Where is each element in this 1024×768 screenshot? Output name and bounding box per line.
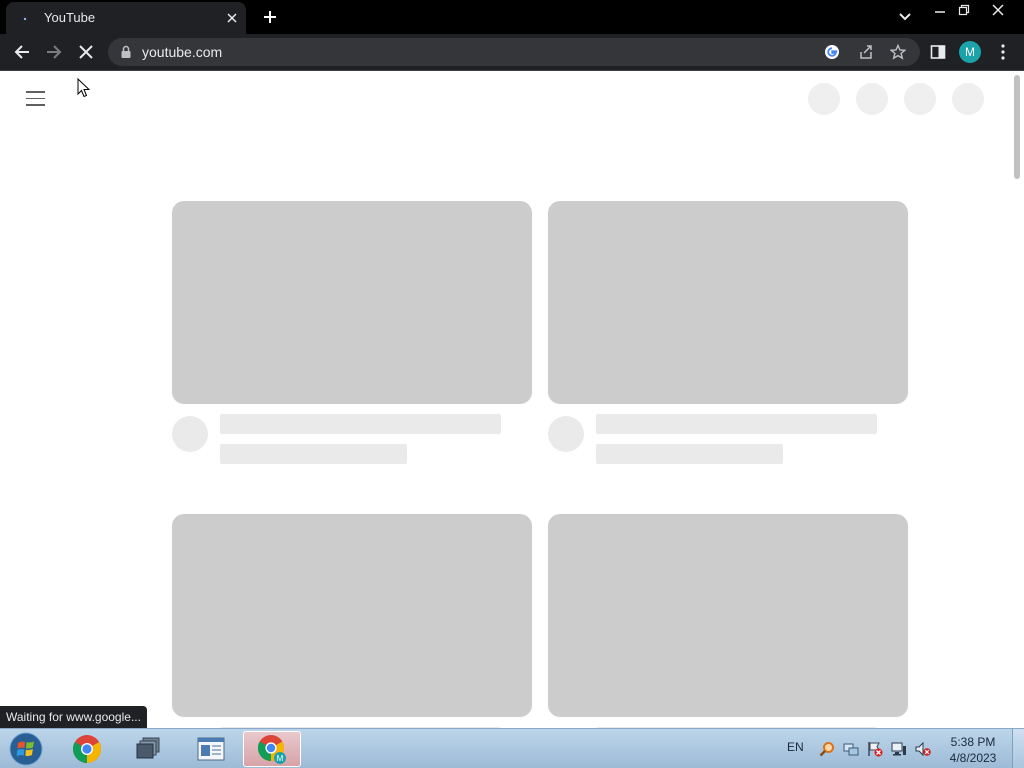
subtitle-placeholder (596, 444, 783, 464)
arrow-left-icon (14, 45, 29, 59)
side-panel-icon (930, 45, 946, 59)
kebab-menu-icon (1001, 44, 1005, 60)
taskbar: M EN 5:38 PM 4/8/2023 (0, 728, 1024, 768)
chrome-profile-icon: M (257, 735, 286, 764)
close-icon (79, 45, 93, 59)
header-placeholder-circle (808, 83, 840, 115)
mouse-cursor-icon (77, 78, 91, 98)
share-button[interactable] (856, 42, 876, 62)
search-tray-icon[interactable] (819, 741, 835, 757)
subtitle-placeholder (220, 444, 407, 464)
share-icon (860, 45, 872, 59)
taskbar-task-view[interactable] (120, 731, 178, 767)
minimize-icon (935, 11, 945, 13)
guide-menu-button[interactable] (26, 91, 46, 107)
windows-orb-icon (9, 732, 43, 766)
svg-text:M: M (277, 754, 284, 763)
chevron-down-icon (899, 13, 911, 21)
back-button[interactable] (9, 39, 35, 65)
restore-icon (958, 4, 970, 16)
new-tab-button[interactable] (258, 5, 282, 29)
header-placeholder-circle (856, 83, 888, 115)
action-center-flag-icon[interactable] (867, 741, 883, 757)
screen: YouTube youtube.com M Waiting for www.go… (0, 0, 1024, 768)
close-icon (992, 4, 1004, 16)
video-thumbnail-placeholder (548, 201, 908, 404)
chrome-icon (73, 735, 101, 763)
title-placeholder (220, 414, 501, 434)
header-placeholder-circle (904, 83, 936, 115)
browser-menu-button[interactable] (990, 39, 1016, 65)
video-thumbnail-placeholder (548, 514, 908, 717)
side-panel-button[interactable] (925, 39, 951, 65)
hamburger-line (26, 97, 45, 99)
show-desktop-button[interactable] (1012, 729, 1024, 768)
language-indicator[interactable]: EN (787, 740, 804, 754)
page-scrollbar[interactable] (1009, 71, 1024, 728)
title-placeholder (596, 414, 877, 434)
tab-close-button[interactable] (222, 8, 242, 28)
volume-muted-icon[interactable] (915, 741, 931, 757)
hamburger-line (26, 104, 45, 106)
start-button[interactable] (6, 730, 46, 768)
video-thumbnail-placeholder (172, 514, 532, 717)
clock-date: 4/8/2023 (949, 751, 997, 765)
network-monitor-icon[interactable] (891, 741, 907, 757)
video-thumbnail-placeholder (172, 201, 532, 404)
google-g-icon (825, 45, 839, 59)
plus-icon (264, 11, 276, 23)
header-placeholder-circle (952, 83, 984, 115)
forward-button[interactable] (41, 39, 67, 65)
windows-stack-icon (136, 737, 160, 759)
restore-button[interactable] (950, 0, 978, 20)
lock-icon (121, 45, 131, 58)
loading-favicon-icon (23, 17, 27, 21)
status-bubble: Waiting for www.google... (0, 706, 147, 728)
taskbar-chrome-profile-active[interactable]: M (243, 731, 301, 767)
tab-youtube[interactable]: YouTube (6, 2, 246, 34)
taskbar-chrome[interactable] (58, 731, 116, 767)
tab-strip: YouTube (0, 0, 1024, 34)
scrollbar-thumb[interactable] (1014, 75, 1020, 179)
profile-avatar[interactable]: M (959, 41, 981, 63)
hamburger-line (26, 91, 45, 93)
google-lens-button[interactable] (822, 42, 842, 62)
close-icon (227, 13, 237, 23)
bookmark-button[interactable] (888, 42, 908, 62)
browser-toolbar: youtube.com M (0, 34, 1024, 71)
clock-time: 5:38 PM (950, 735, 996, 749)
tab-search-button[interactable] (894, 6, 916, 28)
taskbar-clock[interactable]: 5:38 PM 4/8/2023 (946, 734, 1000, 766)
channel-avatar-placeholder (548, 416, 584, 452)
page-viewport (0, 71, 1024, 728)
stop-loading-button[interactable] (73, 39, 99, 65)
channel-avatar-placeholder (172, 416, 208, 452)
star-icon (890, 44, 906, 60)
address-bar[interactable]: youtube.com (108, 38, 920, 66)
url-text: youtube.com (142, 44, 223, 60)
arrow-right-icon (47, 45, 62, 59)
network-status-icon[interactable] (843, 741, 859, 757)
taskbar-document-app[interactable] (182, 731, 240, 767)
close-window-button[interactable] (984, 0, 1012, 20)
tab-title: YouTube (44, 10, 96, 25)
document-window-icon (197, 737, 225, 761)
